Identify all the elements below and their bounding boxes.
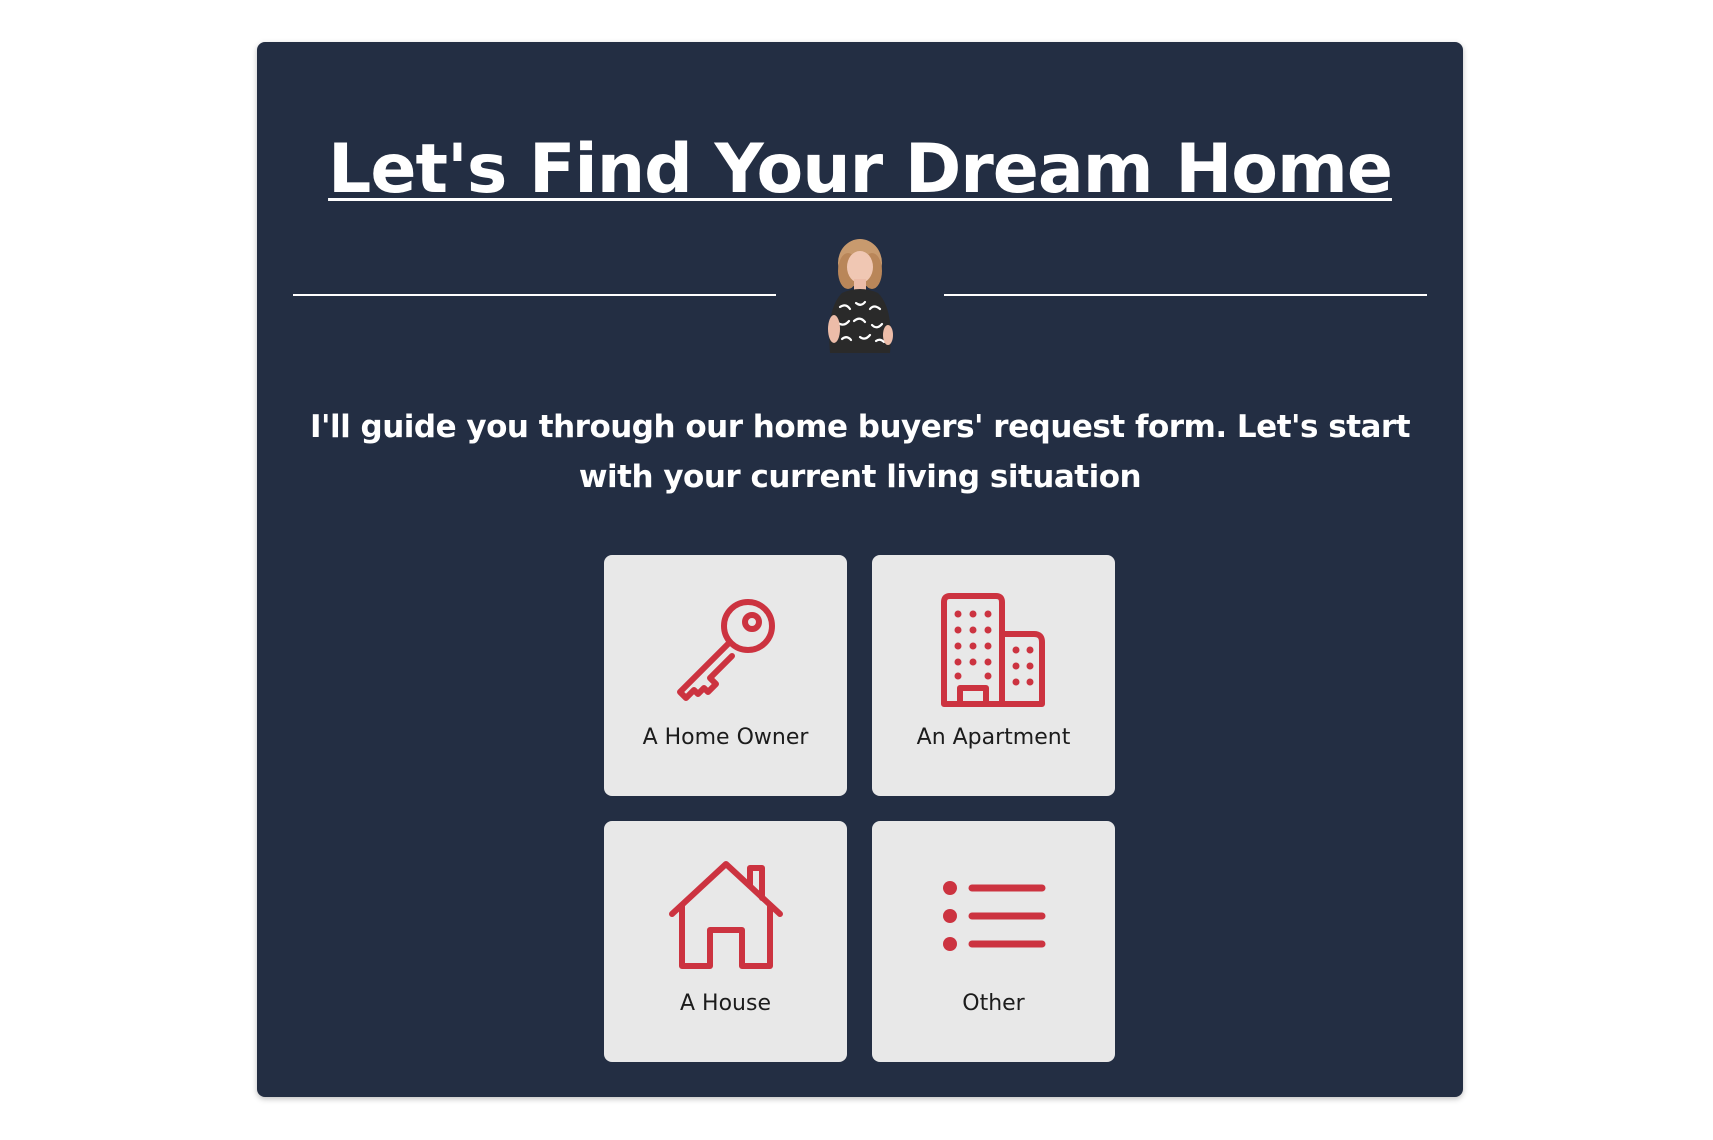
list-icon: [872, 857, 1115, 975]
intro-text: I'll guide you through our home buyers' …: [309, 409, 1411, 495]
house-icon: [604, 857, 847, 975]
option-home-owner[interactable]: A Home Owner: [604, 555, 847, 796]
option-label: A House: [680, 991, 771, 1016]
building-icon: [872, 591, 1115, 709]
divider-left: [293, 294, 776, 296]
option-label: An Apartment: [916, 725, 1071, 750]
option-label: A Home Owner: [642, 725, 809, 750]
page: Let's Find Your Dream Home I'll guide yo…: [0, 0, 1713, 1140]
option-apartment[interactable]: An Apartment: [872, 555, 1115, 796]
option-other[interactable]: Other: [872, 821, 1115, 1062]
option-label: Other: [962, 991, 1025, 1016]
key-icon: [604, 591, 847, 709]
option-house[interactable]: A House: [604, 821, 847, 1062]
divider-right: [944, 294, 1427, 296]
page-title: Let's Find Your Dream Home: [257, 130, 1463, 210]
form-card: Let's Find Your Dream Home I'll guide yo…: [257, 42, 1463, 1097]
avatar: [828, 239, 893, 353]
page-title-text: Let's Find Your Dream Home: [328, 130, 1393, 209]
